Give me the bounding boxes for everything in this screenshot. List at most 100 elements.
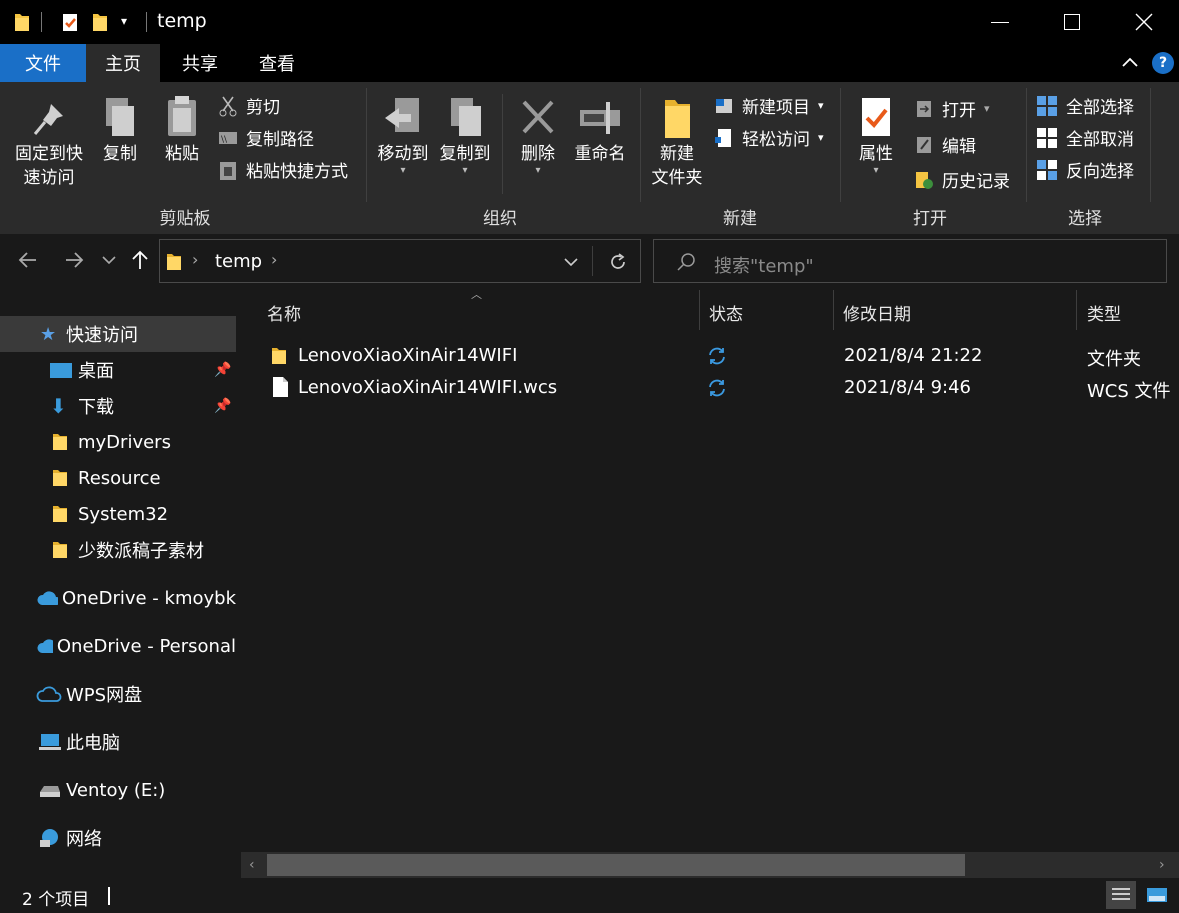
file-row[interactable]: LenovoXiaoXinAir14WIFI 2021/8/4 21:22 文件… (251, 340, 1179, 372)
horizontal-scrollbar[interactable]: ‹ › (241, 852, 1179, 878)
nav-downloads[interactable]: ⬇ 下载 📌 (0, 388, 236, 424)
scrollbar-thumb[interactable] (267, 854, 965, 876)
tab-share[interactable]: 共享 (163, 44, 237, 82)
scroll-right-icon[interactable]: › (1159, 857, 1165, 873)
forward-button[interactable] (62, 248, 86, 277)
up-button[interactable] (128, 248, 152, 277)
nav-network[interactable]: 网络 (0, 820, 236, 856)
nav-system32[interactable]: System32 (0, 496, 236, 532)
nav-sspai-materials[interactable]: 少数派稿子素材 (0, 532, 236, 568)
nav-wps-drive[interactable]: WPS网盘 (0, 676, 236, 712)
group-label-select: 选择 (1068, 209, 1102, 229)
chevron-down-icon: ▾ (818, 99, 824, 112)
new-item-button[interactable]: 新建项目 ▾ (714, 93, 824, 118)
divider (146, 12, 147, 32)
column-header-type[interactable]: 类型 (1087, 290, 1121, 334)
chevron-down-icon: ▾ (462, 165, 468, 176)
collapse-ribbon-icon[interactable] (1120, 52, 1140, 77)
open-icon (917, 100, 931, 117)
rename-button[interactable]: 重命名 (568, 94, 632, 166)
select-none-button[interactable]: 全部取消 (1036, 125, 1134, 150)
details-view-icon (1112, 888, 1130, 900)
column-divider[interactable] (699, 290, 700, 330)
details-view-button[interactable] (1106, 881, 1136, 909)
nav-onedrive-personal[interactable]: OneDrive - Personal (0, 628, 236, 664)
column-divider[interactable] (833, 290, 834, 330)
paste-shortcut-button[interactable]: 粘贴快捷方式 (218, 157, 348, 182)
refresh-button[interactable] (608, 252, 628, 277)
ribbon: 固定到快 速访问 复制 粘贴 剪切 \\ 复制路径 粘贴快捷方式 剪贴板 移动到… (0, 82, 1179, 234)
pin-to-quick-access-button[interactable]: 固定到快 速访问 (8, 98, 90, 190)
back-button[interactable] (16, 248, 40, 277)
nav-quick-access[interactable]: ★ 快速访问 (0, 316, 236, 352)
chevron-down-icon[interactable]: ▾ (121, 14, 127, 28)
large-icons-view-button[interactable] (1142, 881, 1172, 909)
file-row[interactable]: LenovoXiaoXinAir14WIFI.wcs 2021/8/4 9:46… (251, 372, 1179, 404)
nav-onedrive-kmoybk[interactable]: OneDrive - kmoybk (0, 580, 236, 616)
tab-file[interactable]: 文件 (0, 44, 86, 82)
properties-icon[interactable] (60, 11, 80, 33)
nav-this-pc[interactable]: 此电脑 (0, 724, 236, 760)
tab-view[interactable]: 查看 (240, 44, 314, 82)
move-to-button[interactable]: 移动到 ▾ (372, 94, 434, 176)
chevron-right-icon[interactable]: › (271, 250, 277, 269)
divider (840, 88, 841, 202)
nav-desktop[interactable]: 桌面 📌 (0, 352, 236, 388)
search-box[interactable]: 搜索"temp" (653, 239, 1167, 283)
arrow-up-icon (132, 250, 148, 269)
new-folder-icon (665, 100, 690, 138)
invert-selection-button[interactable]: 反向选择 (1036, 157, 1134, 182)
nav-ventoy-drive[interactable]: Ventoy (E:) (0, 772, 236, 808)
chevron-down-icon (564, 258, 578, 267)
scroll-left-icon[interactable]: ‹ (249, 857, 255, 873)
column-header-status[interactable]: 状态 (709, 290, 743, 334)
tab-home[interactable]: 主页 (86, 44, 160, 82)
pin-icon[interactable]: 📌 (214, 398, 231, 414)
new-folder-button[interactable]: 新建 文件夹 (646, 94, 708, 190)
open-button[interactable]: 打开 ▾ (914, 96, 990, 121)
column-header-name[interactable]: 名称 (267, 290, 301, 334)
delete-button[interactable]: 删除 ▾ (510, 94, 566, 176)
column-divider[interactable] (1076, 290, 1077, 330)
new-folder-icon[interactable] (91, 11, 109, 33)
cut-button[interactable]: 剪切 (218, 93, 280, 118)
window-title: temp (157, 10, 207, 32)
folder-icon (53, 470, 67, 486)
chevron-down-icon (102, 256, 116, 265)
address-bar[interactable]: › temp › (159, 239, 641, 283)
download-icon: ⬇ (50, 394, 67, 418)
rename-icon (580, 102, 620, 134)
paste-button[interactable]: 粘贴 (154, 94, 210, 166)
select-all-button[interactable]: 全部选择 (1036, 93, 1134, 118)
select-all-icon (1037, 95, 1057, 116)
properties-button[interactable]: 属性 ▾ (848, 94, 904, 176)
nav-resource[interactable]: Resource (0, 460, 236, 496)
copy-path-button[interactable]: \\ 复制路径 (218, 125, 314, 150)
file-type: 文件夹 (1087, 349, 1141, 370)
edit-button[interactable]: 编辑 (914, 132, 976, 157)
pin-icon[interactable]: 📌 (214, 362, 231, 378)
large-icons-view-icon (1147, 888, 1167, 902)
chevron-right-icon[interactable]: › (192, 250, 198, 269)
breadcrumb-temp[interactable]: temp (215, 251, 262, 272)
help-icon[interactable]: ? (1152, 52, 1174, 74)
address-dropdown-button[interactable] (562, 253, 580, 276)
history-button[interactable]: 历史记录 (914, 167, 1010, 192)
close-button[interactable] (1108, 0, 1179, 44)
divider (640, 88, 641, 202)
item-count: 2 个项目 (22, 890, 90, 910)
folder-icon (53, 542, 67, 558)
copy-to-button[interactable]: 复制到 ▾ (434, 94, 496, 176)
search-icon (677, 253, 695, 271)
new-item-icon (716, 98, 732, 113)
easy-access-button[interactable]: 轻松访问 ▾ (714, 125, 824, 150)
minimize-button[interactable] (964, 0, 1036, 44)
history-icon (916, 171, 933, 189)
column-header-date[interactable]: 修改日期 (843, 290, 911, 334)
cloud-icon (37, 639, 53, 653)
maximize-button[interactable] (1036, 0, 1108, 44)
file-name: LenovoXiaoXinAir14WIFI.wcs (298, 377, 558, 398)
copy-button[interactable]: 复制 (92, 94, 148, 166)
nav-mydrivers[interactable]: myDrivers (0, 424, 236, 460)
recent-locations-button[interactable] (100, 250, 118, 275)
